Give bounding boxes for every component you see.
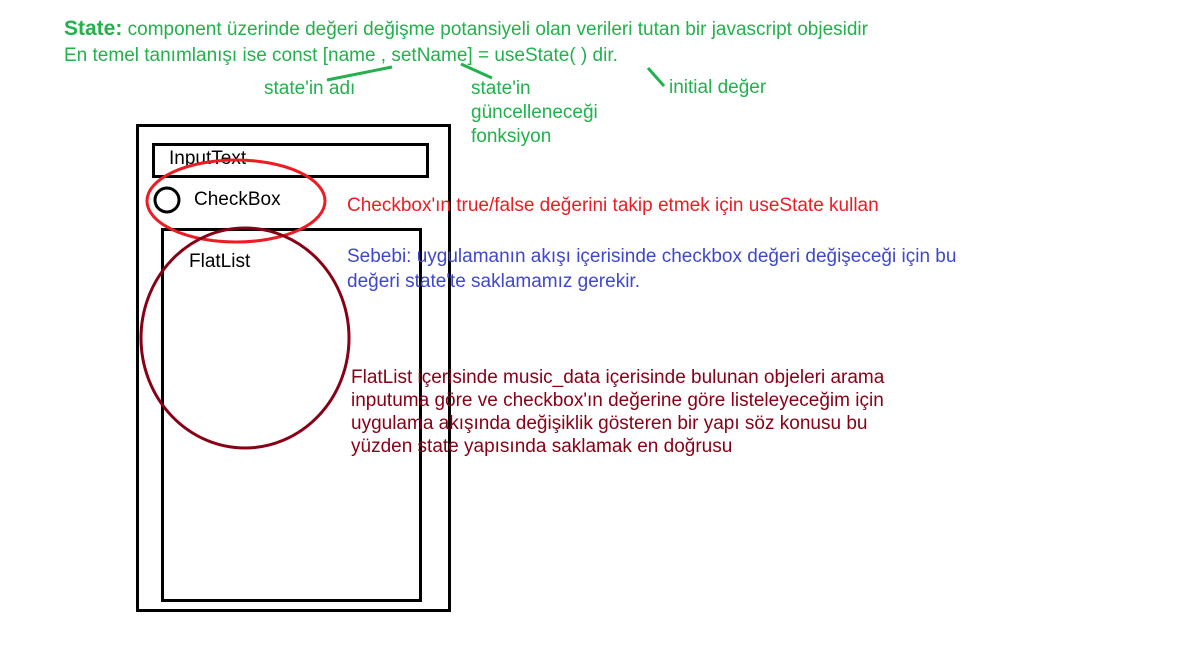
- initial-value-pointer: [646, 67, 666, 87]
- flatlist-highlight-ellipse: [139, 226, 351, 450]
- state-name-pointer: [326, 65, 393, 82]
- setter-pointer: [460, 62, 493, 80]
- checkbox-circle-icon: [153, 186, 181, 214]
- annotation-overlay: [139, 62, 666, 450]
